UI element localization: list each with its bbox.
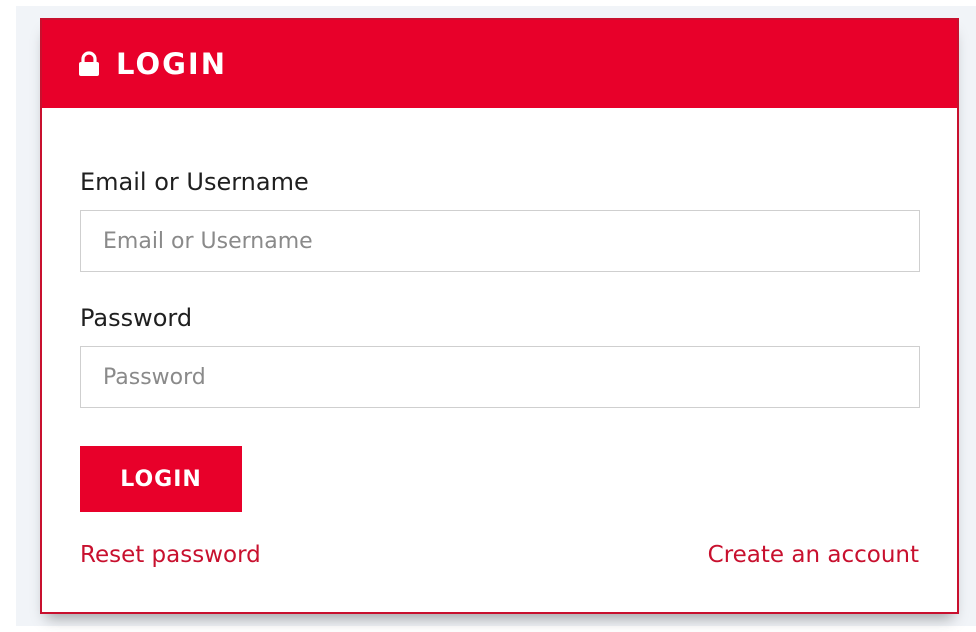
login-card: LOGIN Email or Username Password LOGIN R… — [40, 18, 959, 614]
login-button[interactable]: LOGIN — [80, 446, 242, 512]
email-label: Email or Username — [80, 168, 309, 196]
login-header: LOGIN — [42, 20, 957, 108]
reset-password-link[interactable]: Reset password — [80, 542, 261, 568]
email-input[interactable] — [80, 210, 920, 272]
login-title: LOGIN — [116, 47, 227, 81]
password-input[interactable] — [80, 346, 920, 408]
password-label: Password — [80, 304, 193, 332]
lock-icon — [78, 51, 100, 77]
create-account-link[interactable]: Create an account — [708, 542, 919, 568]
